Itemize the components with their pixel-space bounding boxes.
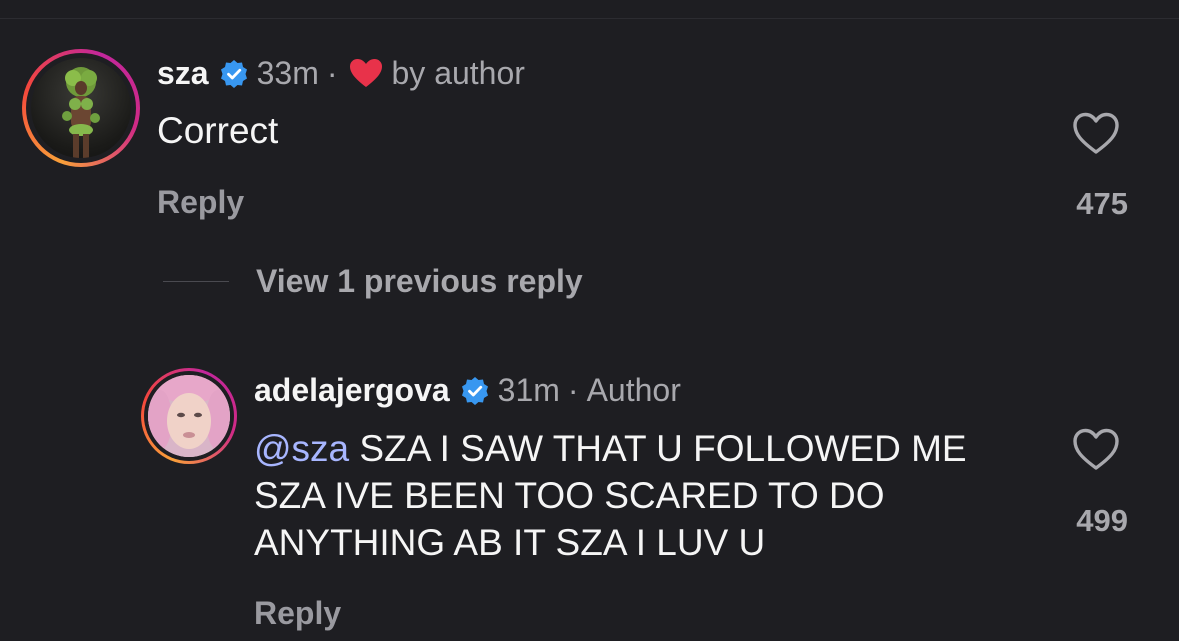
comment-sza: sza 33m · by author Correct Reply 475 bbox=[0, 0, 1179, 240]
verified-badge-icon bbox=[460, 375, 490, 405]
like-outline-icon[interactable] bbox=[1071, 426, 1121, 472]
avatar-story-ring[interactable] bbox=[141, 368, 237, 464]
separator-dot: · bbox=[567, 372, 579, 408]
timestamp: 33m bbox=[256, 55, 319, 91]
avatar bbox=[148, 375, 230, 457]
like-count: 475 bbox=[1076, 186, 1128, 221]
thread-line bbox=[163, 281, 229, 282]
liked-by-author-label: by author bbox=[391, 55, 525, 91]
avatar-face-icon bbox=[148, 375, 230, 457]
verified-badge-icon bbox=[219, 58, 249, 88]
avatar bbox=[31, 58, 131, 158]
mention-link[interactable]: @sza bbox=[254, 428, 349, 469]
avatar-story-ring[interactable] bbox=[22, 49, 140, 167]
author-label: Author bbox=[586, 372, 681, 408]
comment-text: Correct bbox=[157, 110, 279, 151]
view-previous-replies-button[interactable]: View 1 previous reply bbox=[256, 263, 583, 300]
avatar-figure-icon bbox=[62, 67, 100, 158]
username[interactable]: sza bbox=[157, 53, 209, 93]
comment-body: SZA I SAW THAT U FOLLOWED ME SZA IVE BEE… bbox=[254, 428, 967, 563]
separator-dot: · bbox=[326, 55, 338, 91]
timestamp: 31m bbox=[497, 372, 560, 408]
comment-meta: sza 33m · by author bbox=[157, 53, 525, 93]
username[interactable]: adelajergova bbox=[254, 370, 450, 410]
comment-meta: adelajergova 31m · Author bbox=[254, 370, 681, 410]
comment-text: @sza SZA I SAW THAT U FOLLOWED ME SZA IV… bbox=[254, 425, 1014, 566]
reply-button[interactable]: Reply bbox=[254, 595, 341, 632]
like-outline-icon[interactable] bbox=[1071, 110, 1121, 156]
reply-button[interactable]: Reply bbox=[157, 184, 244, 221]
comment-adelajergova: adelajergova 31m · Author @sza SZA I SAW… bbox=[0, 355, 1179, 641]
like-count: 499 bbox=[1076, 503, 1128, 538]
heart-icon bbox=[348, 57, 384, 89]
